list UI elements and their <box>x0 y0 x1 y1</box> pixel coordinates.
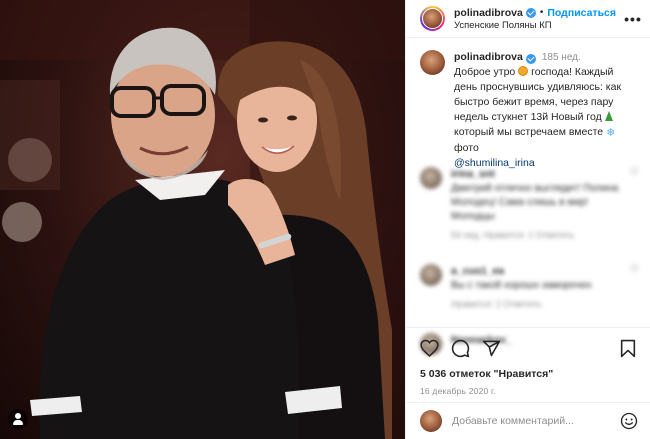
caption-avatar[interactable] <box>420 50 445 75</box>
more-dots-icon[interactable]: ••• <box>624 11 642 27</box>
instagram-post-window: polinadibrova • Подписаться Успенские По… <box>0 0 650 439</box>
comment-heart-icon[interactable]: ♡ <box>630 167 640 242</box>
caption-text-part3: который мы встречаем вместе <box>454 126 604 138</box>
action-icons-row <box>420 338 636 358</box>
photo-illustration <box>0 0 405 439</box>
verified-badge-icon <box>525 7 536 18</box>
location-link[interactable]: Успенские Поляны КП <box>454 20 624 31</box>
bookmark-icon[interactable] <box>620 339 636 358</box>
comment-text: Дмитрий отлично выглядит! Полина Молодец… <box>451 183 619 222</box>
comment-avatar[interactable] <box>420 167 442 189</box>
post-photo[interactable] <box>0 0 405 439</box>
verified-badge-icon <box>525 53 536 64</box>
comment-username[interactable]: a_cus1_ea <box>451 265 504 277</box>
post-date[interactable]: 16 декабрь 2020 г. <box>420 386 636 396</box>
comment-meta: 54 нед. Нравится: 1 Ответить <box>451 230 575 240</box>
caption-username[interactable]: polinadibrova <box>454 51 523 63</box>
separator-dot: • <box>539 7 544 18</box>
coin-emoji-icon <box>518 66 529 76</box>
tagged-user-icon[interactable] <box>8 409 28 429</box>
caption-text-part1: Доброе утро <box>454 66 516 78</box>
comment-heart-icon[interactable]: ♡ <box>630 264 640 311</box>
header-username[interactable]: polinadibrova <box>454 7 523 19</box>
comment-input[interactable]: Добавьте комментарий... <box>452 415 620 427</box>
comment-username[interactable]: irina_snt <box>451 168 495 180</box>
christmas-tree-emoji-icon <box>604 111 613 121</box>
heart-icon[interactable] <box>420 339 439 357</box>
post-caption: polinadibrova 185 нед. Доброе утро господ… <box>406 38 650 171</box>
post-side-panel: polinadibrova • Подписаться Успенские По… <box>405 0 650 439</box>
post-header: polinadibrova • Подписаться Успенские По… <box>406 0 650 38</box>
comment-avatar[interactable] <box>420 264 442 286</box>
snowflake-emoji-icon: ❄ <box>606 127 616 139</box>
post-actions: 5 036 отметок "Нравится" 16 декабрь 2020… <box>406 327 650 396</box>
follow-button[interactable]: Подписаться <box>547 7 616 19</box>
comment-item: a_cus1_ea Вы с такой хорошо заморочен Нр… <box>420 264 640 311</box>
add-comment-bar: Добавьте комментарий... <box>406 402 650 439</box>
comment-icon[interactable] <box>451 339 470 358</box>
caption-text-part4: фото <box>454 142 479 154</box>
comment-item: irina_snt Дмитрий отлично выглядит! Поли… <box>420 167 640 242</box>
avatar[interactable] <box>420 6 445 31</box>
share-icon[interactable] <box>482 339 501 358</box>
caption-time[interactable]: 185 нед. <box>542 52 581 63</box>
comment-text: Вы с такой хорошо заморочен <box>451 280 592 291</box>
likes-count[interactable]: 5 036 отметок "Нравится" <box>420 368 636 380</box>
comment-meta: Нравится: 2 Ответить <box>451 299 542 309</box>
current-user-avatar <box>420 410 442 432</box>
smile-icon[interactable] <box>620 412 638 430</box>
